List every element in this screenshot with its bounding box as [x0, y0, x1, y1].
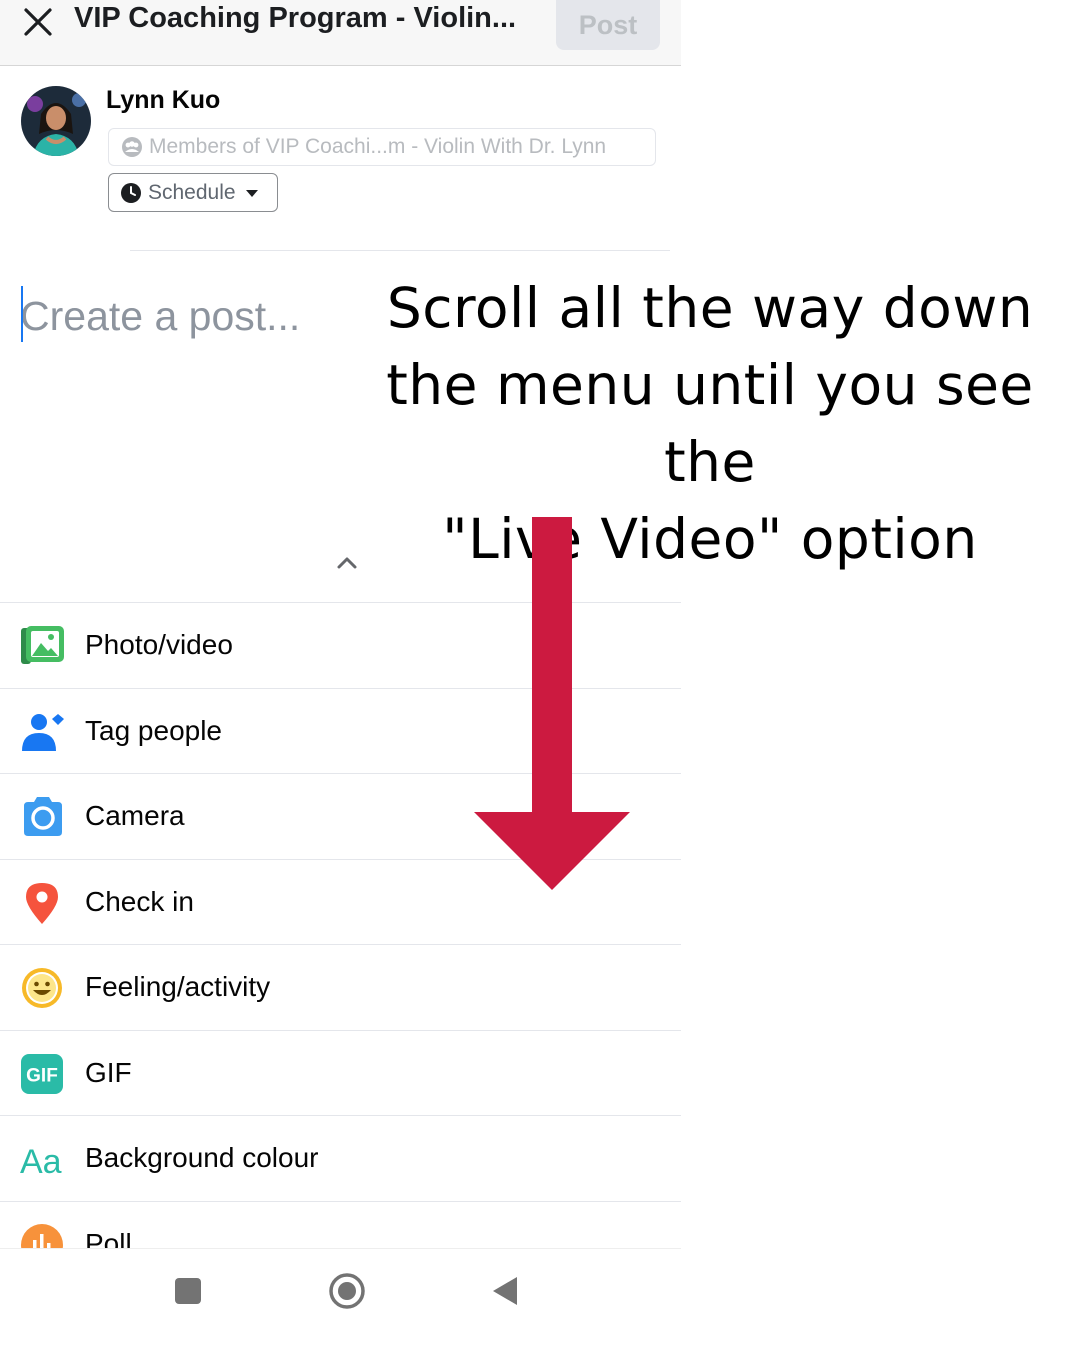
menu-item-label: Poll: [85, 1228, 132, 1249]
instruction-overlay: Scroll all the way down the menu until y…: [345, 270, 1075, 578]
header-bar: VIP Coaching Program - Violin... Post: [0, 0, 681, 66]
photo-icon: [21, 626, 64, 664]
system-nav-bar: [0, 1248, 681, 1351]
text-aa-icon: Aa: [20, 1143, 62, 1181]
page-title: VIP Coaching Program - Violin...: [74, 2, 517, 34]
caret-down-icon: [245, 189, 258, 197]
menu-item-label: GIF: [85, 1057, 132, 1088]
down-arrow-icon: [474, 517, 630, 890]
menu-item-label: Feeling/activity: [85, 971, 271, 1002]
instruction-line: Scroll all the way down: [386, 276, 1034, 340]
recents-square-icon[interactable]: [174, 1277, 202, 1305]
group-icon: [122, 137, 142, 157]
menu-item-background-colour[interactable]: Aa Background colour: [0, 1115, 681, 1201]
audience-selector[interactable]: Members of VIP Coachi...m - Violin With …: [108, 128, 656, 166]
instruction-line: the menu until you see the: [386, 353, 1034, 494]
avatar[interactable]: [21, 86, 91, 156]
menu-item-label: Background colour: [85, 1142, 319, 1173]
svg-text:GIF: GIF: [26, 1066, 58, 1087]
menu-item-label: Camera: [85, 800, 185, 831]
poll-icon: [21, 1224, 63, 1249]
gif-icon: GIF: [21, 1054, 63, 1094]
menu-item-poll[interactable]: Poll: [0, 1201, 681, 1249]
audience-label: Members of VIP Coachi...m - Violin With …: [149, 135, 607, 158]
text-cursor: [21, 286, 23, 342]
instruction-line: "Live Video" option: [442, 507, 978, 571]
divider: [130, 250, 670, 251]
tag-people-icon: [22, 714, 64, 751]
menu-item-feeling-activity[interactable]: Feeling/activity: [0, 944, 681, 1030]
clock-icon: [121, 182, 141, 203]
post-button[interactable]: Post: [556, 0, 660, 50]
smiley-icon: [22, 968, 62, 1008]
schedule-button[interactable]: Schedule: [108, 173, 278, 212]
menu-item-label: Tag people: [85, 715, 223, 746]
camera-icon: [24, 797, 62, 836]
home-circle-icon[interactable]: [327, 1271, 367, 1311]
location-pin-icon: [26, 883, 58, 924]
menu-item-gif[interactable]: GIF GIF: [0, 1030, 681, 1116]
svg-text:Aa: Aa: [20, 1143, 62, 1181]
menu-item-label: Photo/video: [85, 629, 233, 660]
schedule-label: Schedule: [148, 180, 236, 204]
back-triangle-icon[interactable]: [490, 1275, 520, 1307]
post-text-input[interactable]: [20, 286, 350, 346]
menu-item-label: Check in: [85, 886, 194, 917]
close-icon[interactable]: [20, 4, 58, 38]
user-name: Lynn Kuo: [106, 86, 221, 114]
